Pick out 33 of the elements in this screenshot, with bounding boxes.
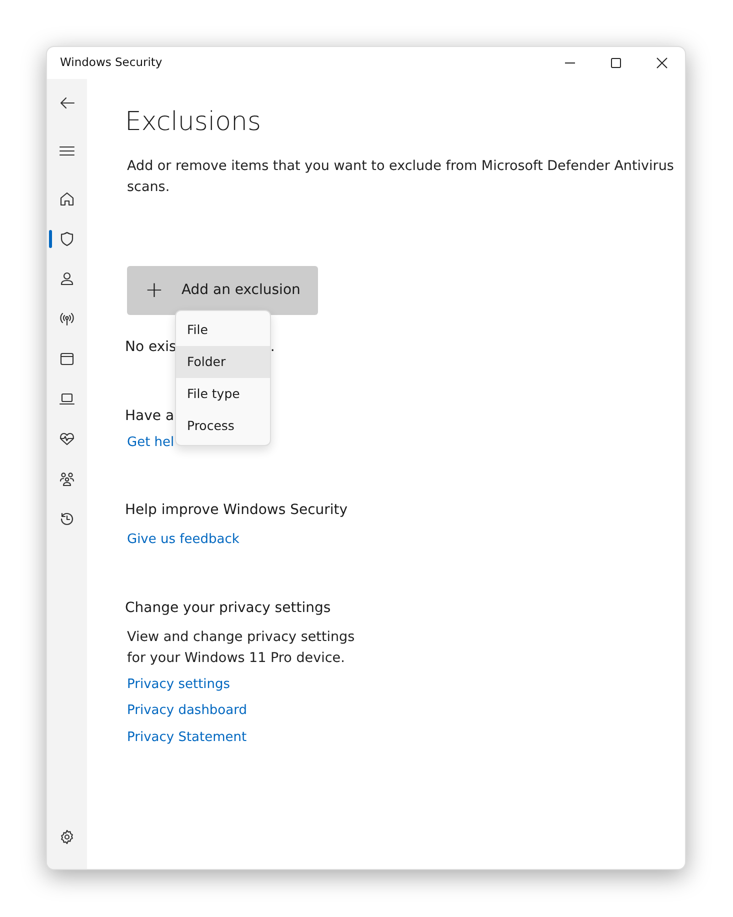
close-icon <box>656 57 668 69</box>
help-link[interactable]: Get hel <box>127 433 174 452</box>
back-icon <box>59 95 75 111</box>
section-link[interactable]: Privacy settings <box>127 674 230 694</box>
menu-item[interactable]: Process <box>176 410 270 442</box>
menu-item[interactable]: File <box>176 314 270 346</box>
section-text: View and change privacy settings for your Windows 11 Pro device. <box>127 628 356 668</box>
plus-icon: + <box>145 280 164 302</box>
section-link[interactable]: Privacy dashboard <box>127 701 247 720</box>
antenna-icon <box>59 311 75 327</box>
section-link[interactable]: Privacy Statement <box>127 728 247 747</box>
section-heading: Help improve Windows Security <box>125 501 349 520</box>
description-text: Add or remove items that you want to exclude from Microsoft Defender Antivirus scans. <box>127 157 675 197</box>
history-icon <box>59 511 75 527</box>
heart-icon <box>59 431 75 447</box>
section-link[interactable]: Give us feedback <box>127 530 240 550</box>
settings-icon <box>59 829 75 845</box>
page-title: Exclusions <box>125 106 262 139</box>
shield-icon <box>59 231 75 247</box>
section-heading: Change your privacy settings <box>125 598 332 618</box>
menu-item[interactable]: Folder <box>176 346 270 378</box>
status-text: . <box>270 338 275 357</box>
status-text: No exis <box>125 338 176 357</box>
person-icon <box>59 271 75 287</box>
add-exclusion-button[interactable]: + Add an exclusion <box>127 266 318 315</box>
window-title: Windows Security <box>60 54 162 72</box>
family-icon <box>59 471 75 487</box>
section-heading: Have a <box>125 407 174 426</box>
laptop-icon <box>59 391 75 407</box>
menu-item[interactable]: File type <box>176 378 270 410</box>
home-icon <box>59 191 75 207</box>
maximize-icon <box>610 57 622 69</box>
browser-window-icon <box>59 351 75 367</box>
